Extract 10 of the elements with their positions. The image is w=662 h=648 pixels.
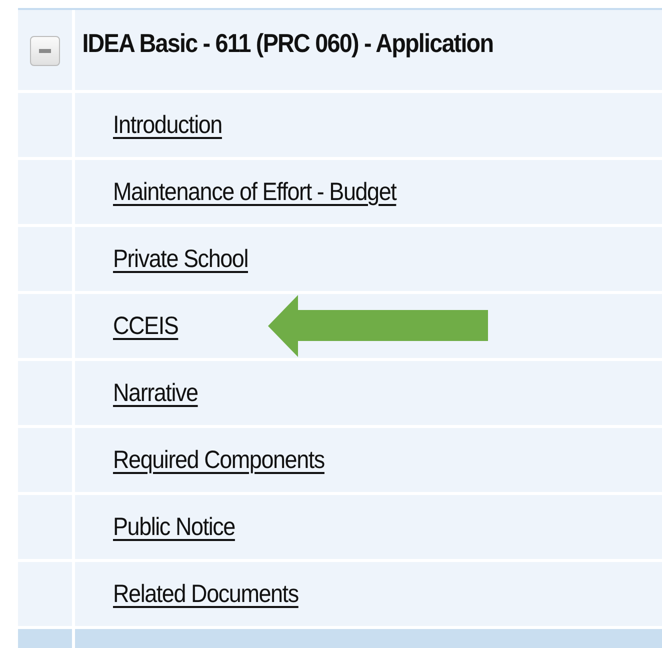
section-link[interactable]: Narrative — [113, 378, 198, 408]
section-link[interactable]: Introduction — [113, 110, 222, 140]
section-link[interactable]: Related Documents — [113, 580, 298, 608]
section-link[interactable]: Private School — [113, 244, 248, 274]
collapse-button[interactable] — [30, 36, 60, 66]
section-link[interactable]: CCEIS — [113, 312, 178, 340]
section-link[interactable]: Public Notice — [113, 512, 235, 542]
table-cell — [18, 629, 72, 648]
section-link[interactable]: Required Components — [113, 446, 324, 474]
section-title: IDEA Basic - 611 (PRC 060) - Application — [81, 28, 494, 59]
